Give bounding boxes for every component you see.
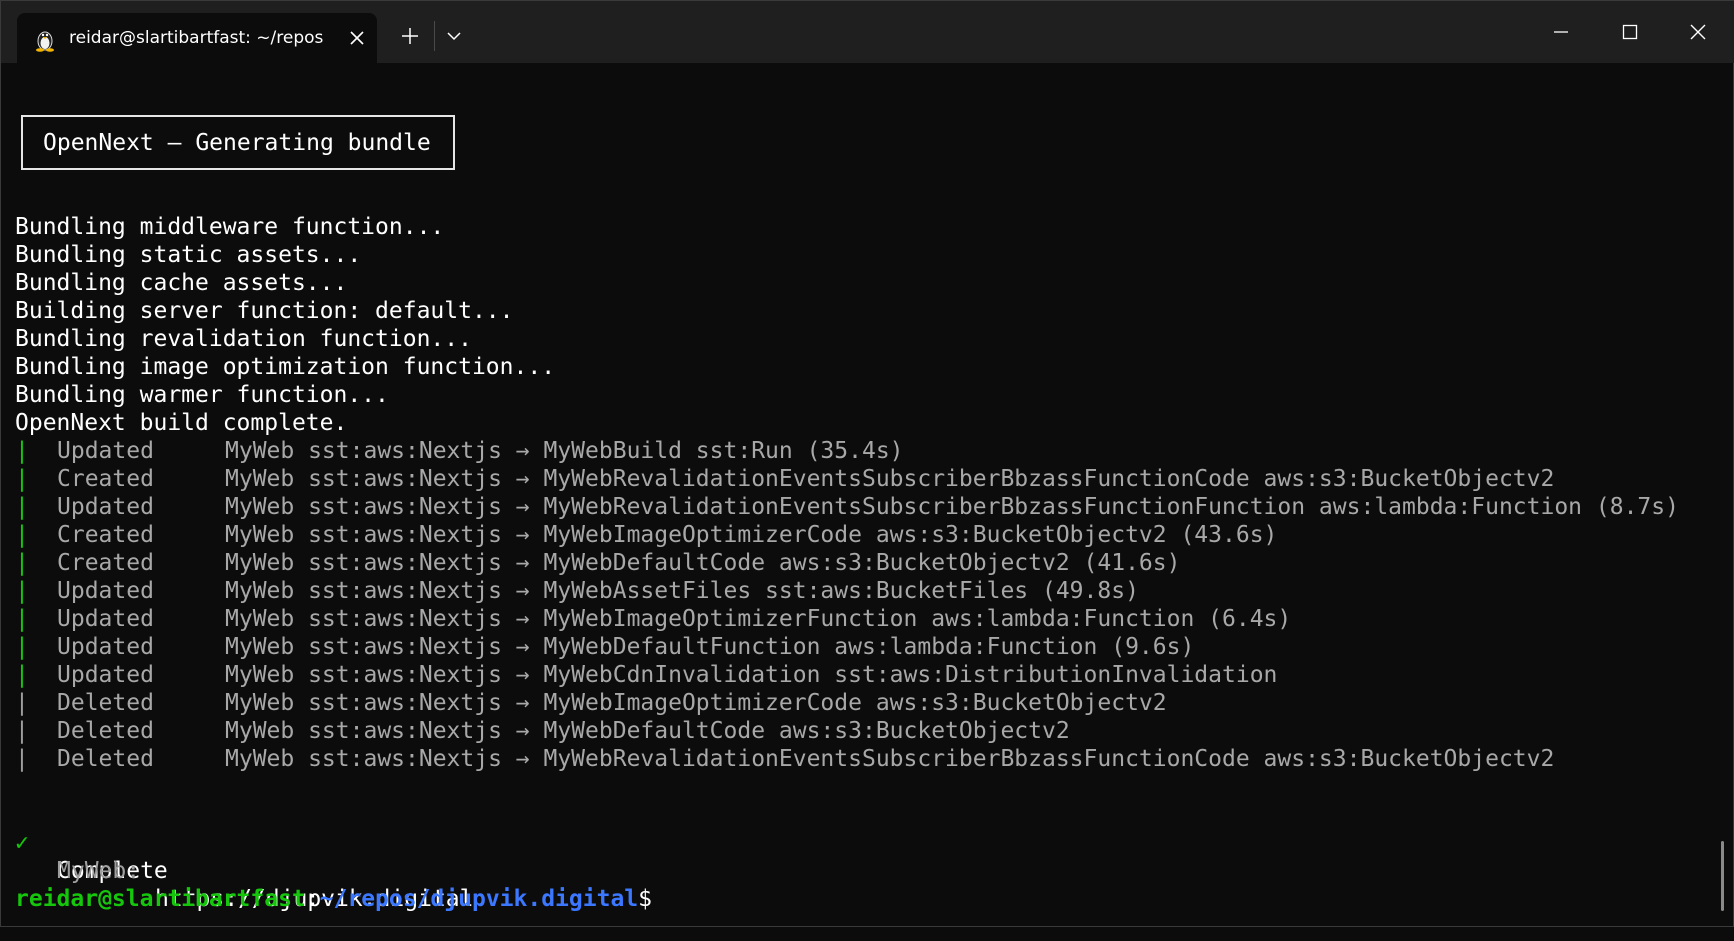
terminal-window: reidar@slartibartfast: ~/repos OpenNext … — [0, 0, 1734, 927]
resource-line: | Created MyWeb sst:aws:Nextjs → MyWebDe… — [15, 549, 1715, 577]
resource-action: Updated — [57, 662, 154, 688]
resource-desc: MyWeb sst:aws:Nextjs → MyWebRevalidation… — [225, 466, 1555, 492]
resource-action: Deleted — [57, 690, 154, 716]
status-bar: | — [15, 634, 29, 660]
log-line: Bundling middleware function... — [15, 214, 445, 240]
chevron-down-icon[interactable] — [445, 29, 463, 43]
resource-desc: MyWeb sst:aws:Nextjs → MyWebDefaultCode … — [225, 718, 1070, 744]
log-line: Bundling image optimization function... — [15, 354, 556, 380]
banner-text: OpenNext — Generating bundle — [43, 130, 431, 156]
resource-line: | Updated MyWeb sst:aws:Nextjs → MyWebBu… — [15, 437, 1715, 465]
resource-line: | Created MyWeb sst:aws:Nextjs → MyWebIm… — [15, 521, 1715, 549]
prompt-path: ~/repos/djupvik.digital — [319, 886, 639, 912]
resource-line: | Deleted MyWeb sst:aws:Nextjs → MyWebRe… — [15, 745, 1715, 773]
resource-desc: MyWeb sst:aws:Nextjs → MyWebAssetFiles s… — [225, 578, 1139, 604]
log-line: OpenNext build complete. — [15, 410, 348, 436]
resource-line: | Updated MyWeb sst:aws:Nextjs → MyWebCd… — [15, 661, 1715, 689]
close-window-icon[interactable] — [1687, 21, 1709, 43]
log-line: Bundling warmer function... — [15, 382, 389, 408]
prompt-separator: : — [305, 886, 320, 912]
deploy-url-line: MyWeb: https://djupvik.digital — [15, 829, 1715, 912]
resource-action: Created — [57, 466, 154, 492]
terminal-output[interactable]: OpenNext — Generating bundle Bundling mi… — [1, 63, 1731, 925]
titlebar-divider — [434, 21, 435, 51]
resource-desc: MyWeb sst:aws:Nextjs → MyWebImageOptimiz… — [225, 522, 1278, 548]
title-bar: reidar@slartibartfast: ~/repos — [1, 1, 1734, 63]
resource-desc: MyWeb sst:aws:Nextjs → MyWebDefaultCode … — [225, 550, 1181, 576]
minimize-icon[interactable] — [1550, 21, 1572, 43]
log-line: Bundling cache assets... — [15, 270, 348, 296]
status-bar: | — [15, 466, 29, 492]
resource-action: Created — [57, 522, 154, 548]
new-tab-plus-icon[interactable] — [399, 25, 421, 47]
resource-action: Updated — [57, 634, 154, 660]
resource-action: Deleted — [57, 718, 154, 744]
prompt-dollar: $ — [638, 886, 653, 912]
resource-desc: MyWeb sst:aws:Nextjs → MyWebDefaultFunct… — [225, 634, 1195, 660]
resource-action: Updated — [57, 494, 154, 520]
resource-line: | Updated MyWeb sst:aws:Nextjs → MyWebAs… — [15, 577, 1715, 605]
scrollbar-thumb[interactable] — [1721, 841, 1724, 911]
resource-line: | Deleted MyWeb sst:aws:Nextjs → MyWebDe… — [15, 717, 1715, 745]
resource-action: Created — [57, 550, 154, 576]
resource-desc: MyWeb sst:aws:Nextjs → MyWebCdnInvalidat… — [225, 662, 1278, 688]
resource-desc: MyWeb sst:aws:Nextjs → MyWebImageOptimiz… — [225, 606, 1292, 632]
status-bar: | — [15, 494, 29, 520]
output-lines: Bundling middleware function... Bundling… — [15, 213, 1715, 913]
tab-title: reidar@slartibartfast: ~/repos — [69, 28, 324, 48]
status-bar: | — [15, 746, 29, 772]
build-banner: OpenNext — Generating bundle — [21, 115, 455, 170]
log-line: Bundling static assets... — [15, 242, 362, 268]
resource-line: | Updated MyWeb sst:aws:Nextjs → MyWebIm… — [15, 605, 1715, 633]
log-line: Building server function: default... — [15, 298, 514, 324]
resource-line: | Updated MyWeb sst:aws:Nextjs → MyWebDe… — [15, 633, 1715, 661]
status-bar: | — [15, 578, 29, 604]
tab-active[interactable]: reidar@slartibartfast: ~/repos — [17, 13, 377, 63]
resource-action: Deleted — [57, 746, 154, 772]
shell-prompt[interactable]: reidar@slartibartfast:~/repos/djupvik.di… — [15, 885, 1715, 913]
resource-desc: MyWeb sst:aws:Nextjs → MyWebBuild sst:Ru… — [225, 438, 904, 464]
resource-line: | Created MyWeb sst:aws:Nextjs → MyWebRe… — [15, 465, 1715, 493]
resource-line: | Deleted MyWeb sst:aws:Nextjs → MyWebIm… — [15, 689, 1715, 717]
status-bar: | — [15, 662, 29, 688]
status-bar: | — [15, 550, 29, 576]
url-label: MyWeb: — [57, 858, 141, 884]
log-line: Bundling revalidation function... — [15, 326, 472, 352]
resource-desc: MyWeb sst:aws:Nextjs → MyWebRevalidation… — [225, 746, 1555, 772]
prompt-user: reidar@slartibartfast — [15, 886, 306, 912]
status-bar: | — [15, 718, 29, 744]
resource-action: Updated — [57, 438, 154, 464]
resource-desc: MyWeb sst:aws:Nextjs → MyWebImageOptimiz… — [225, 690, 1167, 716]
status-bar: | — [15, 690, 29, 716]
resource-desc: MyWeb sst:aws:Nextjs → MyWebRevalidation… — [225, 494, 1679, 520]
maximize-icon[interactable] — [1619, 21, 1641, 43]
resource-line: | Updated MyWeb sst:aws:Nextjs → MyWebRe… — [15, 493, 1715, 521]
resource-action: Updated — [57, 578, 154, 604]
linux-tux-icon — [36, 31, 54, 52]
status-bar: | — [15, 522, 29, 548]
status-bar: | — [15, 606, 29, 632]
complete-status: ✓ Complete — [15, 801, 1715, 884]
resource-action: Updated — [57, 606, 154, 632]
status-bar: | — [15, 438, 29, 464]
close-tab-icon[interactable] — [347, 28, 367, 48]
